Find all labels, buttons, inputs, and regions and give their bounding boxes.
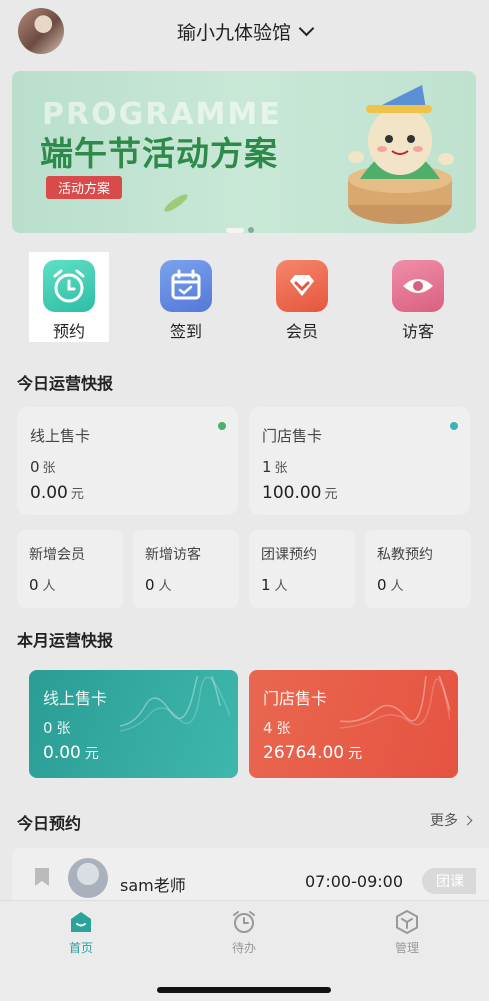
card-amount: 26764.00 元: [263, 743, 363, 763]
more-link[interactable]: 更多: [430, 810, 473, 830]
tab-label: 待办: [231, 941, 256, 955]
more-label: 更多: [430, 813, 458, 829]
quick-action-label: 签到: [169, 322, 202, 341]
wave-decoration: [120, 676, 230, 732]
store-selector[interactable]: 瑜小九体验馆: [0, 18, 489, 45]
booking-item[interactable]: sam老师 07:00-09:00 团课: [12, 848, 489, 900]
eye-icon: [392, 260, 444, 312]
card-count: 1张: [262, 458, 288, 476]
card-count: 4张: [263, 719, 291, 737]
stat-value: 0人: [145, 576, 172, 594]
month-store-card[interactable]: 门店售卡 4张 26764.00 元: [249, 670, 458, 778]
tab-todo[interactable]: 待办: [204, 909, 284, 956]
alarm-clock-icon: [231, 909, 257, 935]
coach-avatar: [68, 858, 108, 898]
stat-label: 新增访客: [145, 547, 201, 563]
chevron-right-icon: [462, 815, 473, 826]
quick-action-label: 访客: [401, 322, 434, 341]
tab-label: 管理: [394, 941, 419, 955]
card-count: 0张: [30, 458, 56, 476]
today-store-card[interactable]: 门店售卡 1张 100.00 元: [249, 407, 470, 515]
stat-label: 新增会员: [29, 547, 85, 563]
stat-group-class-bookings[interactable]: 团课预约 1人: [249, 530, 355, 608]
stat-new-visitors[interactable]: 新增访客 0人: [133, 530, 239, 608]
promo-banner[interactable]: PROGRAMME 端午节活动方案 活动方案: [12, 71, 476, 233]
leaf-decoration: [162, 191, 190, 215]
banner-headline: 端午节活动方案: [40, 134, 278, 173]
stat-label: 团课预约: [261, 547, 317, 563]
quick-actions: 预约 签到 会员 访客: [0, 252, 489, 342]
stat-value: 0人: [29, 576, 56, 594]
quick-action-label: 会员: [285, 322, 318, 341]
banner-tag: 活动方案: [46, 176, 123, 199]
quick-action-visitor[interactable]: 访客: [378, 252, 458, 342]
store-name: 瑜小九体验馆: [176, 22, 291, 44]
quick-action-label: 预约: [52, 322, 85, 341]
card-label: 线上售卡: [43, 689, 108, 708]
alarm-clock-icon: [43, 260, 95, 312]
home-indicator[interactable]: [157, 987, 331, 993]
card-amount: 0.00 元: [43, 743, 99, 763]
section-title-month: 本月运营快报: [17, 631, 114, 650]
booking-time: 07:00-09:00: [305, 872, 403, 891]
quick-action-booking[interactable]: 预约: [29, 252, 109, 342]
card-label: 门店售卡: [262, 427, 323, 445]
card-count: 0张: [43, 719, 71, 737]
stat-new-members[interactable]: 新增会员 0人: [17, 530, 123, 608]
banner-pagination: [226, 218, 254, 233]
card-amount: 100.00 元: [262, 483, 338, 503]
pagination-dot-active: [226, 228, 244, 233]
cube-icon: [394, 909, 420, 935]
calendar-check-icon: [160, 260, 212, 312]
stat-label: 私教预约: [377, 547, 433, 563]
class-type-badge: 团课: [422, 868, 476, 894]
tab-bar: 首页 待办 管理: [0, 900, 489, 1001]
quick-action-checkin[interactable]: 签到: [146, 252, 226, 342]
chevron-down-icon: [298, 20, 315, 37]
quick-action-member[interactable]: 会员: [262, 252, 342, 342]
section-title-today: 今日运营快报: [17, 374, 114, 393]
wave-decoration: [340, 676, 450, 729]
zongzi-mascot-icon: [348, 85, 454, 224]
home-icon: [68, 909, 94, 935]
stat-value: 1人: [261, 576, 288, 594]
header: 瑜小九体验馆: [0, 0, 489, 66]
tab-manage[interactable]: 管理: [367, 909, 447, 956]
status-dot: [450, 422, 458, 430]
today-online-card[interactable]: 线上售卡 0张 0.00 元: [17, 407, 238, 515]
status-dot: [218, 422, 226, 430]
pagination-dot[interactable]: [248, 227, 254, 233]
card-amount: 0.00 元: [30, 483, 84, 503]
stat-value: 0人: [377, 576, 404, 594]
stat-private-bookings[interactable]: 私教预约 0人: [365, 530, 471, 608]
card-label: 线上售卡: [30, 427, 91, 445]
card-label: 门店售卡: [263, 689, 328, 708]
tab-home[interactable]: 首页: [41, 909, 121, 956]
month-online-card[interactable]: 线上售卡 0张 0.00 元: [29, 670, 238, 778]
section-title-appointments: 今日预约: [17, 814, 82, 833]
tab-label: 首页: [68, 941, 93, 955]
bookmark-icon[interactable]: [35, 868, 49, 886]
vip-diamond-icon: [276, 260, 328, 312]
coach-name: sam老师: [120, 876, 186, 895]
